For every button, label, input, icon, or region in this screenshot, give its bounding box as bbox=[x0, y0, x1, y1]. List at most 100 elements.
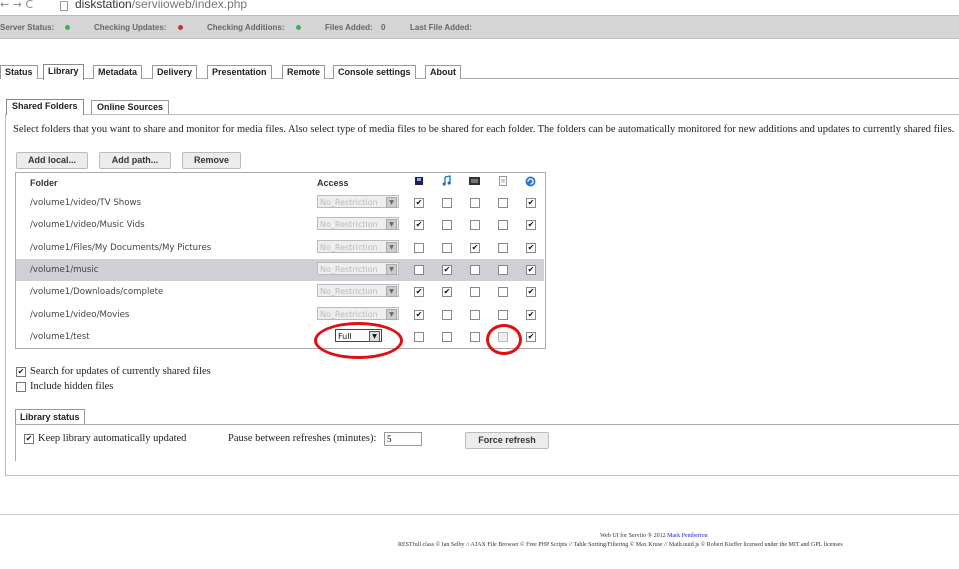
access-select: No_Restriction ▼ bbox=[317, 306, 399, 320]
tab-metadata[interactable]: Metadata bbox=[93, 65, 143, 79]
image-share-checkbox[interactable] bbox=[470, 331, 480, 342]
author-link[interactable]: Mark Pemberton bbox=[667, 533, 708, 539]
search-updates-checkbox[interactable]: ✔ bbox=[16, 367, 26, 377]
refresh-icon bbox=[525, 176, 536, 187]
tab-library[interactable]: Library bbox=[43, 64, 84, 80]
refresh-share-checkbox[interactable]: ✔ bbox=[526, 220, 536, 231]
include-hidden-checkbox[interactable] bbox=[16, 382, 26, 392]
highlight-checkbox-circle bbox=[486, 324, 522, 355]
chevron-down-icon: ▼ bbox=[386, 241, 397, 253]
access-select: No_Restriction ▼ bbox=[317, 217, 399, 231]
access-select: No_Restriction ▼ bbox=[317, 239, 399, 253]
tab-delivery[interactable]: Delivery bbox=[152, 65, 198, 79]
music-share-checkbox[interactable] bbox=[442, 242, 452, 253]
video-share-checkbox[interactable] bbox=[414, 242, 424, 253]
chevron-down-icon: ▼ bbox=[386, 197, 397, 208]
access-value: No_Restriction bbox=[320, 198, 378, 207]
table-row[interactable]: /volume1/video/TV Shows No_Restriction ▼ ✔ ✔ bbox=[16, 192, 544, 214]
add-path-button[interactable]: Add path... bbox=[99, 152, 171, 169]
refresh-share-checkbox[interactable]: ✔ bbox=[526, 331, 536, 342]
video-share-checkbox[interactable]: ✔ bbox=[414, 220, 424, 231]
video-share-checkbox[interactable]: ✔ bbox=[414, 198, 424, 208]
tab-status[interactable]: Status bbox=[0, 65, 38, 79]
search-updates-label: Search for updates of currently shared f… bbox=[30, 366, 211, 377]
video-share-checkbox[interactable]: ✔ bbox=[414, 309, 424, 320]
file-share-checkbox[interactable] bbox=[498, 264, 508, 275]
refresh-share-checkbox[interactable]: ✔ bbox=[526, 198, 536, 208]
folder-path: /volume1/video/Music Vids bbox=[30, 220, 145, 231]
refresh-share-checkbox[interactable]: ✔ bbox=[526, 242, 536, 253]
browser-nav-icons[interactable]: ← → C bbox=[0, 0, 33, 11]
add-local-button[interactable]: Add local... bbox=[16, 152, 88, 169]
file-share-checkbox[interactable] bbox=[498, 220, 508, 231]
shared-folders-description: Select folders that you want to share an… bbox=[13, 124, 955, 135]
access-select: No_Restriction ▼ bbox=[317, 261, 399, 275]
server-status-indicator bbox=[65, 25, 70, 30]
image-share-checkbox[interactable] bbox=[470, 309, 480, 320]
music-share-checkbox[interactable]: ✔ bbox=[442, 264, 452, 275]
refresh-share-checkbox[interactable]: ✔ bbox=[526, 264, 536, 275]
tab-about[interactable]: About bbox=[425, 65, 461, 79]
file-share-checkbox[interactable] bbox=[498, 242, 508, 253]
column-header-folder: Folder bbox=[30, 178, 58, 188]
folder-path: /volume1/test bbox=[30, 331, 90, 342]
image-share-checkbox[interactable]: ✔ bbox=[470, 242, 480, 253]
file-share-checkbox[interactable] bbox=[498, 309, 508, 320]
access-value: No_Restriction bbox=[320, 287, 378, 297]
page-icon bbox=[60, 1, 68, 11]
music-share-checkbox[interactable] bbox=[442, 331, 452, 342]
pause-minutes-input[interactable] bbox=[384, 432, 422, 446]
file-icon bbox=[498, 176, 508, 186]
image-share-checkbox[interactable] bbox=[470, 220, 480, 231]
address-bar[interactable]: diskstation/serviioweb/index.php bbox=[75, 0, 247, 11]
video-share-checkbox[interactable] bbox=[414, 331, 424, 342]
tab-baseline bbox=[0, 78, 959, 79]
tab-console-settings[interactable]: Console settings bbox=[333, 65, 416, 79]
column-header-access: Access bbox=[317, 178, 349, 188]
library-status-legend: Library status bbox=[15, 409, 85, 424]
checking-additions-indicator bbox=[296, 25, 301, 30]
keep-updated-checkbox[interactable]: ✔ bbox=[24, 434, 34, 444]
tab-presentation[interactable]: Presentation bbox=[207, 65, 272, 79]
browser-toolbar: ← → C diskstation/serviioweb/index.php bbox=[0, 0, 959, 14]
remove-button[interactable]: Remove bbox=[182, 152, 241, 169]
file-share-checkbox[interactable] bbox=[498, 287, 508, 298]
footer-divider bbox=[0, 514, 959, 515]
force-refresh-button[interactable]: Force refresh bbox=[465, 432, 549, 449]
files-added-label: Files Added: bbox=[325, 23, 373, 32]
image-share-checkbox[interactable] bbox=[470, 198, 480, 208]
folder-path: /volume1/Downloads/complete bbox=[30, 287, 164, 298]
checking-additions-label: Checking Additions: bbox=[207, 23, 285, 32]
file-share-checkbox[interactable] bbox=[498, 198, 508, 208]
table-row[interactable]: /volume1/test Full ▼ ✔ bbox=[16, 326, 544, 348]
access-value: No_Restriction bbox=[320, 242, 378, 252]
video-share-checkbox[interactable] bbox=[414, 264, 424, 275]
last-file-added-label: Last File Added: bbox=[410, 23, 472, 32]
chevron-down-icon: ▼ bbox=[386, 263, 397, 275]
refresh-share-checkbox[interactable]: ✔ bbox=[526, 309, 536, 320]
refresh-share-checkbox[interactable]: ✔ bbox=[526, 287, 536, 298]
access-value: No_Restriction bbox=[320, 220, 378, 230]
access-value: No_Restriction bbox=[320, 264, 378, 274]
table-row[interactable]: /volume1/music No_Restriction ▼ ✔ ✔ bbox=[16, 258, 544, 281]
chevron-down-icon: ▼ bbox=[386, 308, 397, 320]
music-share-checkbox[interactable] bbox=[442, 220, 452, 231]
image-share-checkbox[interactable] bbox=[470, 264, 480, 275]
checking-updates-label: Checking Updates: bbox=[94, 23, 167, 32]
subtab-shared-folders[interactable]: Shared Folders bbox=[6, 99, 84, 115]
table-row[interactable]: /volume1/video/Music Vids No_Restriction ▼… bbox=[16, 214, 544, 236]
checking-updates-indicator bbox=[178, 25, 183, 30]
server-status-label: Server Status: bbox=[0, 23, 55, 32]
music-share-checkbox[interactable] bbox=[442, 309, 452, 320]
music-share-checkbox[interactable] bbox=[442, 198, 452, 208]
music-share-checkbox[interactable]: ✔ bbox=[442, 287, 452, 298]
video-share-checkbox[interactable]: ✔ bbox=[414, 287, 424, 298]
image-icon bbox=[469, 176, 480, 186]
subtab-online-sources[interactable]: Online Sources bbox=[91, 100, 170, 114]
table-row[interactable]: /volume1/video/Movies No_Restriction ▼ ✔ ✔ bbox=[16, 304, 544, 326]
tab-remote[interactable]: Remote bbox=[282, 65, 326, 79]
table-row[interactable]: /volume1/Files/My Documents/My Pictures N… bbox=[16, 237, 544, 259]
files-added-value: 0 bbox=[381, 23, 386, 32]
image-share-checkbox[interactable] bbox=[470, 287, 480, 298]
table-row[interactable]: /volume1/Downloads/complete No_Restrictio… bbox=[16, 281, 544, 303]
